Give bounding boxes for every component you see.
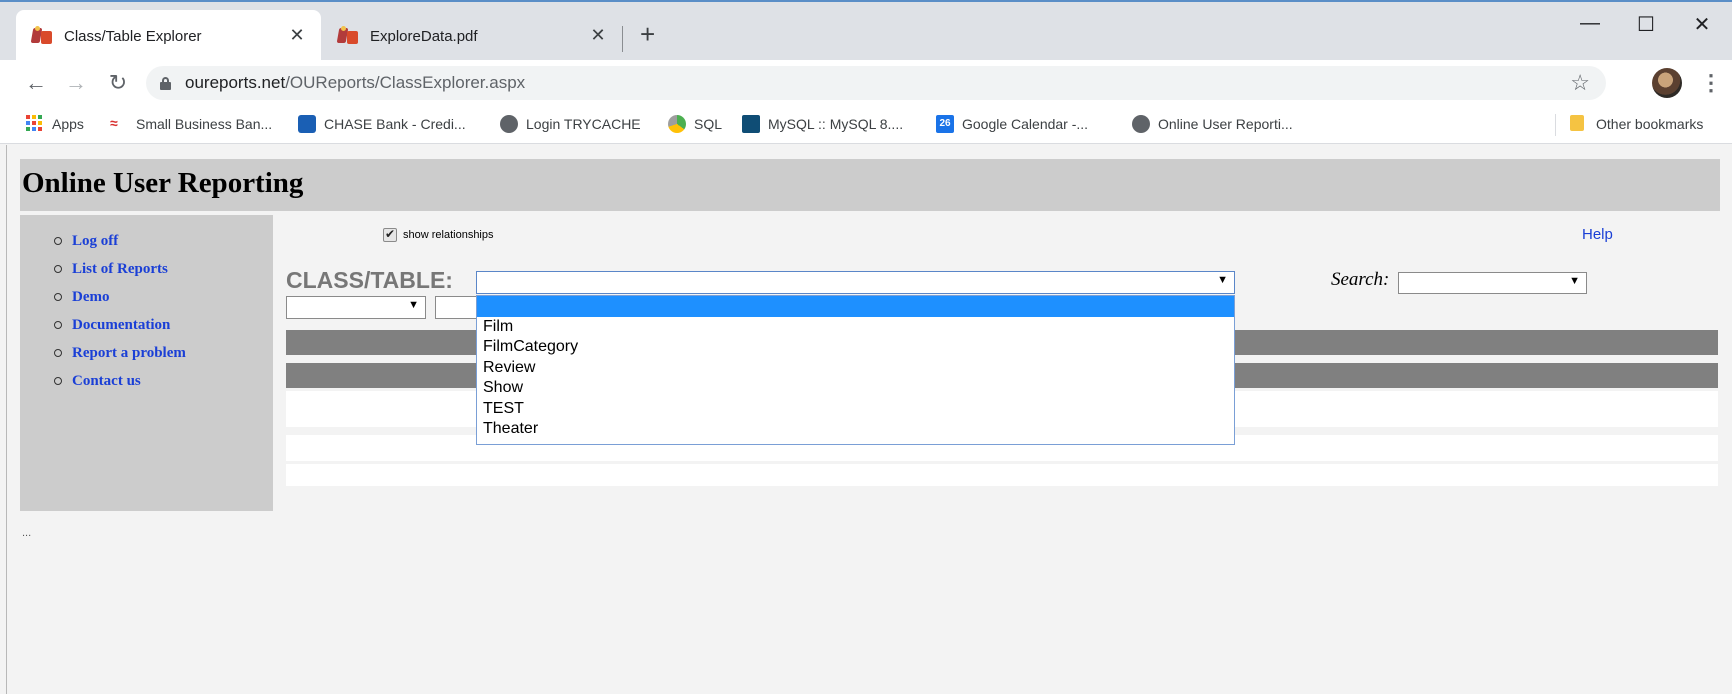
footer-ellipsis: ... xyxy=(22,527,32,539)
bullet-icon xyxy=(54,321,62,329)
oureports-favicon-icon xyxy=(336,26,358,46)
other-bookmarks[interactable]: Other bookmarks xyxy=(1570,115,1703,133)
bookmark-star-icon[interactable]: ☆ xyxy=(1570,70,1590,96)
bank-of-america-icon: ≈ xyxy=(110,115,118,131)
show-relationships-checkbox[interactable] xyxy=(383,227,397,242)
tab-separator xyxy=(622,26,623,52)
oureports-favicon-icon xyxy=(30,26,52,46)
reload-icon[interactable]: ↻ xyxy=(104,70,132,96)
bookmark-online-user-reporting[interactable]: Online User Reporti... xyxy=(1132,115,1293,133)
search-select[interactable]: ▼ xyxy=(1398,272,1587,294)
sidebar-item-contact-us[interactable]: Contact us xyxy=(54,367,186,395)
bullet-icon xyxy=(54,265,62,273)
sidebar-link[interactable]: Report a problem xyxy=(72,345,186,362)
window-close-icon[interactable]: ✕ xyxy=(1682,12,1722,37)
close-tab-icon[interactable]: ✕ xyxy=(287,25,307,46)
window-edge xyxy=(6,145,7,694)
url-host: oureports.net xyxy=(185,73,286,92)
dropdown-option-show[interactable]: Show xyxy=(477,378,1234,399)
dropdown-option-theater[interactable]: Theater xyxy=(477,419,1234,440)
bullet-icon xyxy=(54,293,62,301)
close-tab-icon[interactable]: ✕ xyxy=(588,25,608,46)
help-link[interactable]: Help xyxy=(1582,226,1613,243)
web-page: Online User Reporting Log off List of Re… xyxy=(0,145,1732,694)
sidebar-link[interactable]: Demo xyxy=(72,289,110,306)
tab-title: Class/Table Explorer xyxy=(64,27,202,45)
tab-title: ExploreData.pdf xyxy=(370,27,478,45)
sidebar-item-report-a-problem[interactable]: Report a problem xyxy=(54,339,186,367)
dropdown-arrow-icon: ▼ xyxy=(408,299,419,311)
sql-icon xyxy=(668,115,686,133)
dropdown-option-blank[interactable] xyxy=(477,296,1234,317)
sidebar-item-demo[interactable]: Demo xyxy=(54,283,186,311)
show-relationships-toggle[interactable]: show relationships xyxy=(383,227,494,242)
sidebar-item-log-off[interactable]: Log off xyxy=(54,227,186,255)
browser-menu-icon[interactable]: ⋮ xyxy=(1700,70,1722,96)
sidebar-item-documentation[interactable]: Documentation xyxy=(54,311,186,339)
lock-icon xyxy=(160,76,171,90)
url-path: /OUReports/ClassExplorer.aspx xyxy=(285,73,526,92)
tab-explore-data-pdf[interactable]: ExploreData.pdf ✕ xyxy=(322,10,622,62)
class-table-dropdown-list[interactable]: Film FilmCategory Review Show TEST Theat… xyxy=(476,295,1235,445)
class-table-select[interactable]: ▼ xyxy=(476,271,1235,294)
dropdown-option-film[interactable]: Film xyxy=(477,317,1234,338)
bookmarks-separator xyxy=(1555,114,1556,136)
show-relationships-label: show relationships xyxy=(403,229,494,241)
search-label: Search: xyxy=(1331,269,1390,290)
dropdown-option-test[interactable]: TEST xyxy=(477,399,1234,420)
field-select[interactable]: ▼ xyxy=(286,296,426,319)
sidebar-nav: Log off List of Reports Demo Documentati… xyxy=(20,215,273,511)
bookmark-sql[interactable]: SQL xyxy=(668,115,722,133)
grid-row xyxy=(286,464,1718,486)
minimize-icon[interactable]: — xyxy=(1570,12,1610,35)
dropdown-arrow-icon: ▼ xyxy=(1217,274,1228,286)
bookmark-google-calendar[interactable]: 26 Google Calendar -... xyxy=(936,115,1088,133)
bullet-icon xyxy=(54,349,62,357)
calendar-icon: 26 xyxy=(936,115,954,133)
bookmark-mysql[interactable]: MySQL :: MySQL 8.... xyxy=(742,115,903,133)
globe-icon xyxy=(1132,115,1150,133)
apps-grid-icon xyxy=(26,115,44,133)
sidebar-item-list-of-reports[interactable]: List of Reports xyxy=(54,255,186,283)
sidebar-link[interactable]: Log off xyxy=(72,233,118,250)
bookmarks-bar: Apps ≈ Small Business Ban... CHASE Bank … xyxy=(0,106,1732,144)
bookmark-apps[interactable]: Apps xyxy=(26,115,84,133)
sidebar-link[interactable]: List of Reports xyxy=(72,261,168,278)
tab-class-table-explorer[interactable]: Class/Table Explorer ✕ xyxy=(16,10,321,62)
maximize-icon[interactable]: ☐ xyxy=(1626,12,1666,37)
dropdown-option-review[interactable]: Review xyxy=(477,358,1234,379)
bullet-icon xyxy=(54,237,62,245)
class-table-label: CLASS/TABLE: xyxy=(286,267,453,293)
globe-icon xyxy=(500,115,518,133)
new-tab-icon[interactable]: + xyxy=(640,21,655,47)
bookmark-small-business-bank[interactable]: ≈ Small Business Ban... xyxy=(110,115,272,133)
browser-tab-strip: Class/Table Explorer ✕ ExploreData.pdf ✕… xyxy=(0,0,1732,62)
bullet-icon xyxy=(54,377,62,385)
sidebar-link[interactable]: Documentation xyxy=(72,317,170,334)
url-bar[interactable]: oureports.net/OUReports/ClassExplorer.as… xyxy=(146,66,1606,100)
forward-arrow-icon[interactable]: → xyxy=(62,70,90,96)
back-arrow-icon[interactable]: ← xyxy=(22,70,50,96)
dropdown-arrow-icon: ▼ xyxy=(1569,275,1580,287)
dropdown-option-filmcategory[interactable]: FilmCategory xyxy=(477,337,1234,358)
site-title: Online User Reporting xyxy=(22,167,304,199)
sidebar-link[interactable]: Contact us xyxy=(72,373,141,390)
profile-avatar[interactable] xyxy=(1652,68,1682,98)
bookmark-login-trycache[interactable]: Login TRYCACHE xyxy=(500,115,641,133)
address-toolbar: ← → ↻ oureports.net/OUReports/ClassExplo… xyxy=(0,60,1732,106)
chase-icon xyxy=(298,115,316,133)
bookmark-chase-bank[interactable]: CHASE Bank - Credi... xyxy=(298,115,466,133)
folder-icon xyxy=(1570,115,1588,133)
mysql-icon xyxy=(742,115,760,133)
